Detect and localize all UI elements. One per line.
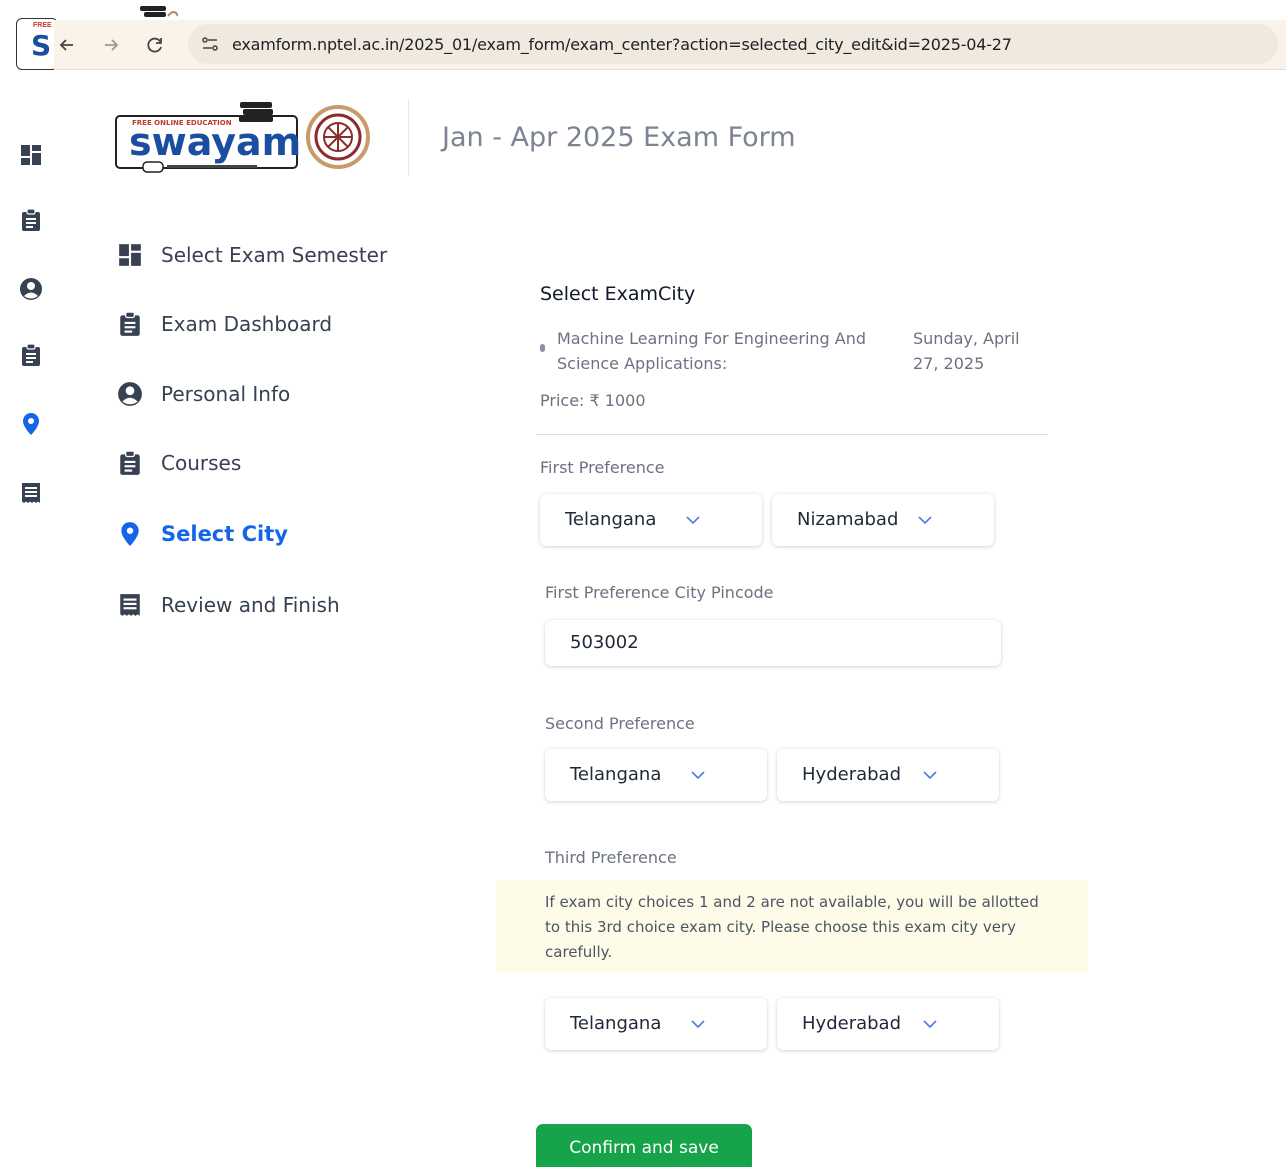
clipboard-icon [120,311,140,336]
course-bullet [540,344,545,352]
rail-map-pin-icon[interactable] [19,412,43,436]
step-courses[interactable]: Courses [117,447,241,479]
rail-dashboard-icon[interactable] [19,143,43,167]
browser-toolbar: examform.nptel.ac.in/2025_01/exam_form/e… [54,20,1286,70]
course-name: Machine Learning For Engineering And Sci… [557,329,867,373]
logo-text: swayam [129,120,301,164]
header-divider [408,100,409,175]
page-title: Jan - Apr 2025 Exam Form [442,122,796,153]
first-preference-label: First Preference [540,458,665,477]
third-pref-city-select[interactable]: Hyderabad [777,998,999,1050]
section-title: Select ExamCity [540,283,696,305]
select-value: Telangana [570,764,662,785]
course-price: Price: ₹ 1000 [540,391,646,410]
rail-clipboard-icon[interactable] [19,208,43,232]
step-select-exam-semester[interactable]: Select Exam Semester [117,239,387,271]
site-info-icon[interactable] [200,34,220,54]
rail-user-icon[interactable] [19,277,43,301]
chevron-down-icon [686,516,700,525]
rail-receipt-icon[interactable] [19,481,43,505]
chevron-down-icon [691,1020,705,1029]
top-logo-fragment [138,2,179,20]
step-label: Review and Finish [161,593,340,617]
step-label: Exam Dashboard [161,312,333,336]
select-value: Nizamabad [797,509,899,530]
dashboard-icon [119,244,141,266]
chevron-down-icon [923,771,937,780]
course-date: Sunday, April 27, 2025 [913,329,1020,373]
favicon-free-tag: FREE [33,22,52,29]
step-personal-info[interactable]: Personal Info [117,378,290,410]
chevron-down-icon [918,516,932,525]
form-divider [536,434,1048,435]
url-text: examform.nptel.ac.in/2025_01/exam_form/e… [232,35,1012,54]
map-pin-icon [121,522,139,546]
favicon-letter: S [31,29,52,62]
first-pref-city-select[interactable]: Nizamabad [772,494,994,546]
receipt-icon [120,594,140,616]
confirm-and-save-button[interactable]: Confirm and save [536,1124,752,1167]
select-value: Telangana [570,1013,662,1034]
reload-icon[interactable] [144,34,166,56]
step-select-city[interactable]: Select City [117,518,288,550]
input-value: 503002 [570,632,639,653]
rail-courses-icon[interactable] [19,343,43,367]
second-pref-state-select[interactable]: Telangana [545,749,767,801]
back-arrow-icon[interactable] [56,34,78,56]
chevron-down-icon [691,771,705,780]
first-pref-state-select[interactable]: Telangana [540,494,762,546]
step-label: Personal Info [161,382,291,406]
select-value: Hyderabad [802,764,901,785]
select-value: Hyderabad [802,1013,901,1034]
third-preference-warning: If exam city choices 1 and 2 are not ava… [496,880,1088,972]
url-field[interactable]: examform.nptel.ac.in/2025_01/exam_form/e… [188,24,1278,64]
pincode-input[interactable]: 503002 [545,620,1001,666]
third-pref-state-select[interactable]: Telangana [545,998,767,1050]
third-preference-label: Third Preference [545,848,677,867]
swayam-logo[interactable]: FREE ONLINE EDUCATION swayam [115,98,375,178]
select-value: Telangana [565,509,657,530]
clipboard-icon [120,450,140,475]
step-label: Select Exam Semester [161,243,388,267]
step-label: Select City [161,522,288,546]
second-preference-label: Second Preference [545,714,695,733]
second-pref-city-select[interactable]: Hyderabad [777,749,999,801]
pincode-label: First Preference City Pincode [545,583,774,602]
step-label: Courses [161,451,242,475]
step-exam-dashboard[interactable]: Exam Dashboard [117,308,332,340]
chevron-down-icon [923,1020,937,1029]
forward-arrow-icon[interactable] [100,34,122,56]
step-review-and-finish[interactable]: Review and Finish [117,589,340,621]
tab-favicon[interactable]: FREE S [16,18,58,70]
user-circle-icon [118,382,142,406]
